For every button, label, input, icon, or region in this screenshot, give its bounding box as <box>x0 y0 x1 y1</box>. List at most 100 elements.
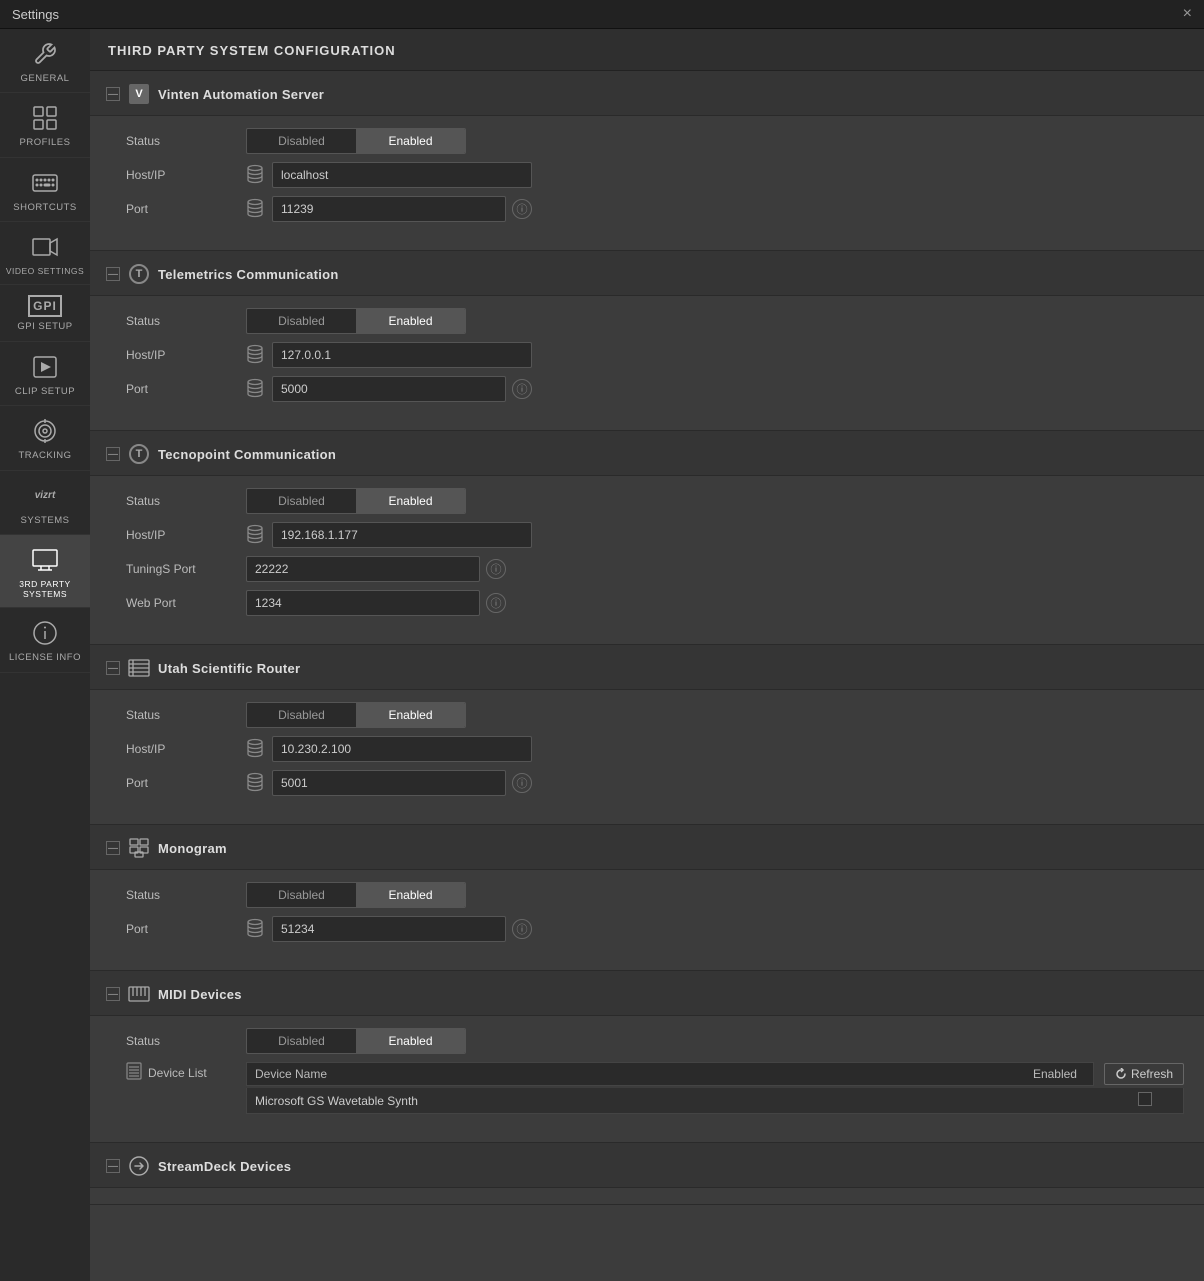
sidebar-item-clip-setup[interactable]: CLIP SETUP <box>0 342 90 406</box>
vinten-host-row: Host/IP <box>126 162 1184 188</box>
monogram-status-toggle[interactable]: Disabled Enabled <box>246 882 466 908</box>
vinten-host-label: Host/IP <box>126 168 236 182</box>
vinten-disabled-option[interactable]: Disabled <box>247 129 356 153</box>
tracking-icon <box>27 416 63 446</box>
tecnopoint-host-label: Host/IP <box>126 528 236 542</box>
utah-port-group: ⓘ <box>272 770 532 796</box>
vinten-status-control: Disabled Enabled <box>246 128 1184 154</box>
mono-port-info[interactable]: ⓘ <box>512 919 532 939</box>
tecnopoint-host-input[interactable] <box>272 522 532 548</box>
vinten-header: — V Vinten Automation Server <box>90 71 1204 116</box>
utah-status-toggle[interactable]: Disabled Enabled <box>246 702 466 728</box>
utah-port-input[interactable] <box>272 770 506 796</box>
midi-table-header-row: Device Name Enabled Refresh <box>246 1062 1184 1086</box>
mono-enabled[interactable]: Enabled <box>356 883 465 907</box>
window-title: Settings <box>12 7 59 22</box>
sidebar-item-video-settings[interactable]: VIDEO SETTINGS <box>0 222 90 285</box>
sidebar-item-general[interactable]: GENERAL <box>0 29 90 93</box>
monogram-port-label: Port <box>126 922 236 936</box>
sidebar-label-video: VIDEO SETTINGS <box>6 266 84 276</box>
sidebar-item-gpi-setup[interactable]: GPI GPI SETUP <box>0 285 90 341</box>
midi-toggle[interactable]: — <box>106 987 120 1001</box>
midi-status-toggle[interactable]: Disabled Enabled <box>246 1028 466 1054</box>
mono-disabled[interactable]: Disabled <box>247 883 356 907</box>
close-button[interactable]: × <box>1183 6 1192 22</box>
utah-toggle[interactable]: — <box>106 661 120 675</box>
tecno-web-info[interactable]: ⓘ <box>486 593 506 613</box>
tecnopoint-status-toggle[interactable]: Disabled Enabled <box>246 488 466 514</box>
vinten-enabled-option[interactable]: Enabled <box>356 129 465 153</box>
tecnopoint-status-row: Status Disabled Enabled <box>126 488 1184 514</box>
refresh-label: Refresh <box>1131 1067 1173 1081</box>
vinten-port-info-icon[interactable]: ⓘ <box>512 199 532 219</box>
tecnopoint-header: — T Tecnopoint Communication <box>90 431 1204 476</box>
midi-device-list-label-area: Device List <box>126 1062 236 1083</box>
vinten-port-input[interactable] <box>272 196 506 222</box>
info-circle-icon <box>27 618 63 648</box>
mono-port-group: ⓘ <box>272 916 532 942</box>
midi-section: — MIDI Devices <box>90 971 1204 1143</box>
midi-icon <box>128 983 150 1005</box>
vinten-port-input-group: ⓘ <box>272 196 532 222</box>
monogram-port-input[interactable] <box>272 916 506 942</box>
refresh-icon <box>1115 1068 1127 1080</box>
sidebar-label-profiles: PROFILES <box>20 137 71 148</box>
tele-port-info[interactable]: ⓘ <box>512 379 532 399</box>
tecnopoint-tuning-input[interactable] <box>246 556 480 582</box>
sidebar-item-shortcuts[interactable]: SHORTCUTS <box>0 158 90 222</box>
midi-body: Status Disabled Enabled <box>90 1016 1204 1126</box>
tele-disabled[interactable]: Disabled <box>247 309 356 333</box>
utah-port-control: ⓘ <box>246 770 532 796</box>
telemetrics-host-input[interactable] <box>272 342 532 368</box>
vizrt-icon: vizrt <box>27 481 63 511</box>
monitor-icon <box>27 545 63 575</box>
telemetrics-status-toggle[interactable]: Disabled Enabled <box>246 308 466 334</box>
tecnopoint-web-input[interactable] <box>246 590 480 616</box>
tecno-db-icon <box>246 524 264 547</box>
sidebar-item-systems[interactable]: vizrt SYSTEMS <box>0 471 90 535</box>
telemetrics-toggle[interactable]: — <box>106 267 120 281</box>
utah-enabled[interactable]: Enabled <box>356 703 465 727</box>
utah-port-info[interactable]: ⓘ <box>512 773 532 793</box>
gpi-icon: GPI <box>28 295 62 317</box>
tecno-enabled[interactable]: Enabled <box>356 489 465 513</box>
tele-enabled[interactable]: Enabled <box>356 309 465 333</box>
utah-host-control <box>246 736 532 762</box>
tecnopoint-icon: T <box>128 443 150 465</box>
tele-db-icon <box>246 344 264 367</box>
content-area: — V Vinten Automation Server Status Disa… <box>90 71 1204 1281</box>
tele-port-db-icon <box>246 378 264 401</box>
bottom-padding <box>90 1205 1204 1245</box>
midi-device-list-row: Device List Device Name Enabled <box>126 1062 1184 1114</box>
tecnopoint-toggle[interactable]: — <box>106 447 120 461</box>
vinten-status-row: Status Disabled Enabled <box>126 128 1184 154</box>
refresh-button[interactable]: Refresh <box>1104 1063 1184 1085</box>
vinten-port-db-icon <box>246 198 264 221</box>
utah-disabled[interactable]: Disabled <box>247 703 356 727</box>
monogram-status-row: Status Disabled Enabled <box>126 882 1184 908</box>
telemetrics-header: — T Telemetrics Communication <box>90 251 1204 296</box>
tecno-disabled[interactable]: Disabled <box>247 489 356 513</box>
midi-enabled[interactable]: Enabled <box>356 1029 465 1053</box>
sidebar-item-profiles[interactable]: PROFILES <box>0 93 90 157</box>
sidebar-label-3rd-party: 3RD PARTY SYSTEMS <box>5 579 85 599</box>
monogram-toggle[interactable]: — <box>106 841 120 855</box>
vinten-host-input[interactable] <box>272 162 532 188</box>
monogram-header: — Monogram <box>90 825 1204 870</box>
utah-title: Utah Scientific Router <box>158 661 300 676</box>
device-checkbox-1[interactable] <box>1138 1092 1152 1106</box>
streamdeck-toggle[interactable]: — <box>106 1159 120 1173</box>
telemetrics-port-input[interactable] <box>272 376 506 402</box>
vinten-toggle[interactable]: — <box>106 87 120 101</box>
keyboard-icon <box>27 168 63 198</box>
sidebar-item-3rd-party[interactable]: 3RD PARTY SYSTEMS <box>0 535 90 608</box>
vinten-status-toggle[interactable]: Disabled Enabled <box>246 128 466 154</box>
telemetrics-status-row: Status Disabled Enabled <box>126 308 1184 334</box>
utah-port-row: Port <box>126 770 1184 796</box>
vinten-port-control: ⓘ <box>246 196 1184 222</box>
tecno-tuning-info[interactable]: ⓘ <box>486 559 506 579</box>
utah-host-input[interactable] <box>272 736 532 762</box>
sidebar-item-license-info[interactable]: LICENSE INFO <box>0 608 90 672</box>
sidebar-item-tracking[interactable]: TRACKING <box>0 406 90 470</box>
midi-disabled[interactable]: Disabled <box>247 1029 356 1053</box>
